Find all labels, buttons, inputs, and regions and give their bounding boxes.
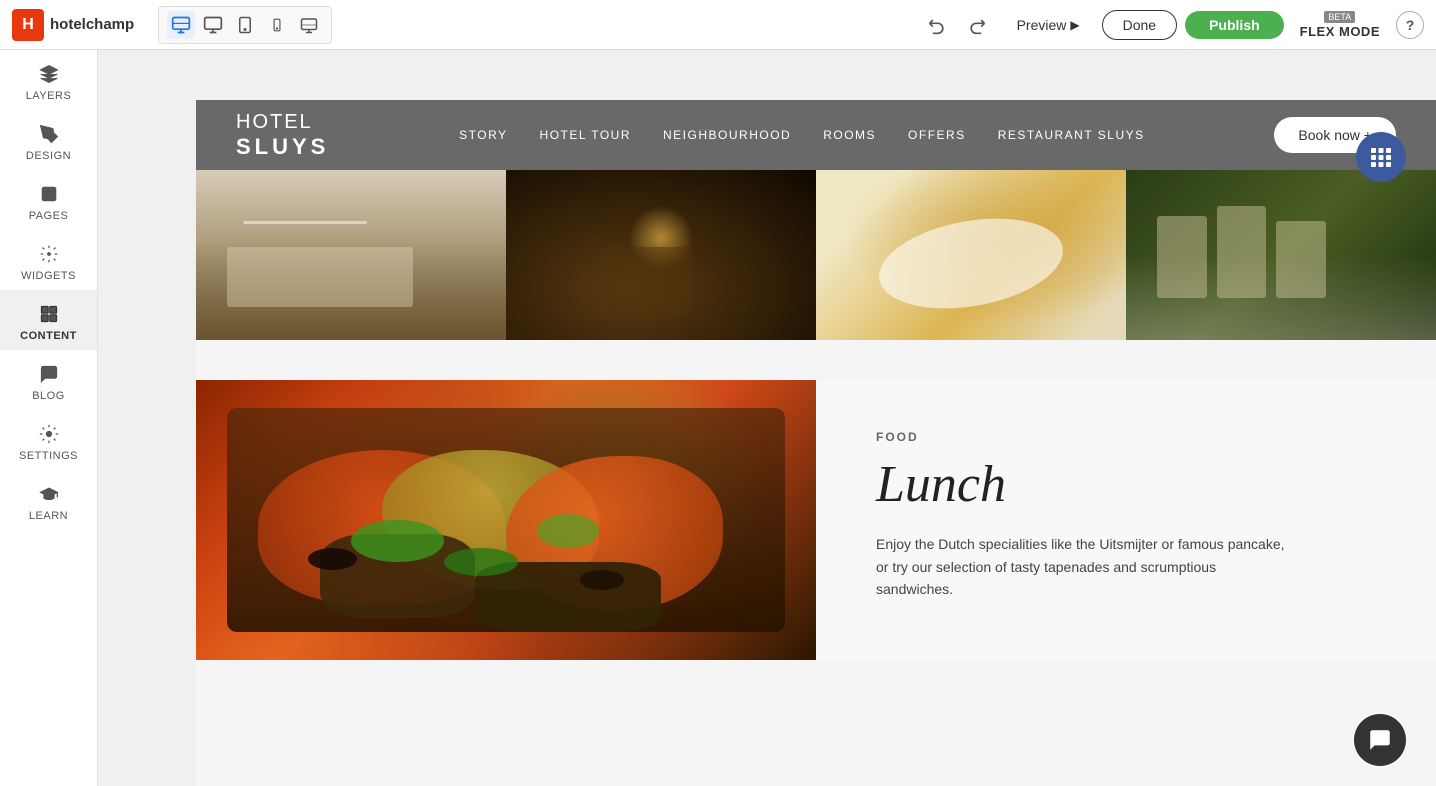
device-tv-btn[interactable] [295, 11, 323, 39]
preview-btn[interactable]: Preview ▶ [1003, 11, 1094, 39]
gallery-image-3 [816, 170, 1126, 340]
food-image [196, 380, 816, 660]
widget-floating-button[interactable] [1356, 132, 1406, 182]
nav-hotel-tour[interactable]: HOTEL TOUR [540, 128, 631, 142]
pages-icon [37, 182, 61, 206]
sidebar-design-label: DESIGN [26, 150, 71, 162]
hotel-logo-top: HOTEL [236, 110, 329, 134]
device-mobile-btn[interactable] [263, 11, 291, 39]
nav-story[interactable]: STORY [459, 128, 507, 142]
beta-badge: BETA [1324, 11, 1355, 23]
section-spacer [196, 340, 1436, 380]
sidebar-item-layers[interactable]: LAYERS [0, 50, 97, 110]
sidebar-item-widgets[interactable]: WIDGETS [0, 230, 97, 290]
sidebar: LAYERS DESIGN PAGES WIDGETS CONTENT BLOG [0, 50, 98, 786]
hotel-logo-bottom: SLUYS [236, 134, 329, 160]
gallery-image-2 [506, 170, 816, 340]
brand-logo-area: H hotelchamp [12, 9, 134, 41]
device-switcher [158, 6, 332, 44]
brand-name: hotelchamp [50, 16, 134, 33]
gallery-image-4 [1126, 170, 1436, 340]
sidebar-learn-label: LEARN [29, 510, 68, 522]
layers-icon [37, 62, 61, 86]
flex-mode-button[interactable]: BETA FLEX MODE [1292, 11, 1388, 39]
sidebar-content-label: CONTENT [20, 330, 77, 342]
publish-button[interactable]: Publish [1185, 11, 1284, 39]
sidebar-layers-label: LAYERS [26, 90, 72, 102]
gallery-image-1 [196, 170, 506, 340]
undo-redo-group [919, 7, 995, 43]
brand-logo-icon: H [12, 9, 44, 41]
flex-mode-label: FLEX MODE [1300, 24, 1380, 39]
topbar: H hotelchamp Preview ▶ Done [0, 0, 1436, 50]
device-tablet-btn[interactable] [231, 11, 259, 39]
redo-btn[interactable] [959, 7, 995, 43]
sidebar-item-design[interactable]: DESIGN [0, 110, 97, 170]
sidebar-item-pages[interactable]: PAGES [0, 170, 97, 230]
main-preview-area: HOTEL SLUYS STORY HOTEL TOUR NEIGHBOURHO… [196, 100, 1436, 786]
sidebar-item-learn[interactable]: LEARN [0, 470, 97, 530]
blog-icon [37, 362, 61, 386]
hotel-navbar: HOTEL SLUYS STORY HOTEL TOUR NEIGHBOURHO… [196, 100, 1436, 170]
image-gallery [196, 170, 1436, 340]
device-desktop-btn[interactable] [199, 11, 227, 39]
sidebar-settings-label: SETTINGS [19, 450, 78, 462]
design-icon [37, 122, 61, 146]
hotel-nav-links: STORY HOTEL TOUR NEIGHBOURHOOD ROOMS OFF… [459, 128, 1145, 142]
food-category-tag: FOOD [876, 430, 1376, 444]
nav-neighbourhood[interactable]: NEIGHBOURHOOD [663, 128, 791, 142]
settings-icon [37, 422, 61, 446]
food-section: FOOD Lunch Enjoy the Dutch specialities … [196, 380, 1436, 660]
sidebar-item-content[interactable]: CONTENT [0, 290, 97, 350]
nav-offers[interactable]: OFFERS [908, 128, 966, 142]
sidebar-item-blog[interactable]: BLOG [0, 350, 97, 410]
food-title: Lunch [876, 456, 1376, 513]
food-content: FOOD Lunch Enjoy the Dutch specialities … [816, 380, 1436, 660]
nav-restaurant[interactable]: RESTAURANT SLUYS [998, 128, 1145, 142]
learn-icon [37, 482, 61, 506]
help-button[interactable]: ? [1396, 11, 1424, 39]
nav-rooms[interactable]: ROOMS [823, 128, 876, 142]
widgets-icon [37, 242, 61, 266]
sidebar-pages-label: PAGES [29, 210, 69, 222]
preview-label: Preview [1017, 17, 1067, 33]
preview-play-icon: ▶ [1070, 18, 1079, 32]
food-description: Enjoy the Dutch specialities like the Ui… [876, 533, 1296, 600]
content-icon [37, 302, 61, 326]
done-button[interactable]: Done [1102, 10, 1177, 40]
sidebar-item-settings[interactable]: SETTINGS [0, 410, 97, 470]
sidebar-blog-label: BLOG [32, 390, 65, 402]
website-preview: HOTEL SLUYS STORY HOTEL TOUR NEIGHBOURHO… [196, 100, 1436, 786]
hotel-logo: HOTEL SLUYS [236, 110, 329, 160]
sidebar-widgets-label: WIDGETS [21, 270, 76, 282]
device-desktop-large-btn[interactable] [167, 11, 195, 39]
chat-floating-button[interactable] [1354, 714, 1406, 766]
undo-btn[interactable] [919, 7, 955, 43]
